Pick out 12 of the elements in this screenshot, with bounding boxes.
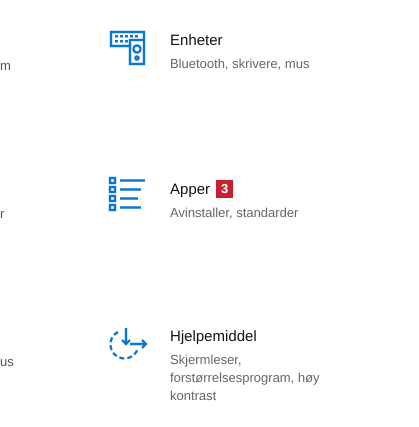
cropped-label: m	[0, 58, 11, 73]
keyboard-speaker-icon	[108, 28, 146, 66]
list-icon	[108, 176, 146, 212]
setting-title[interactable]: Enheter	[170, 32, 223, 49]
cropped-label: us	[0, 354, 14, 369]
setting-description: Avinstaller, standarder	[170, 204, 300, 222]
setting-title[interactable]: Apper	[170, 180, 210, 198]
cropped-label: r	[0, 206, 4, 221]
setting-title[interactable]: Hjelpemiddel	[170, 328, 257, 345]
number-badge: 3	[216, 180, 234, 198]
setting-description: Skjermleser, forstørrelsesprogram, høy kontrast	[170, 351, 321, 405]
setting-description: Bluetooth, skrivere, mus	[170, 55, 310, 73]
